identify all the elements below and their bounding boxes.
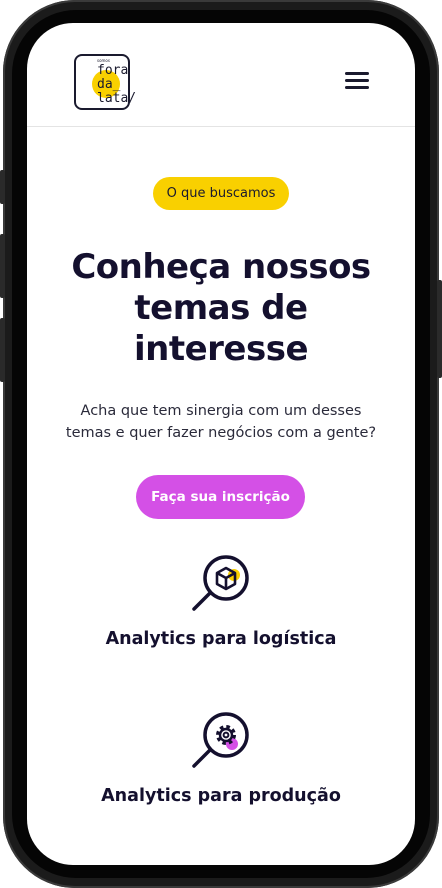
magnifier-box-icon [192,555,249,611]
volume-up-button [0,234,5,298]
phone-screen: somos fora da_ lata/ O que buscamos Conh… [27,23,415,865]
topic-item-logistics[interactable]: Analytics para logística [27,553,415,649]
mute-switch [0,170,5,204]
fora-da-lata-logo[interactable]: somos fora da_ lata/ [74,54,136,110]
page-subtitle: Acha que tem sinergia com um desses tema… [65,403,377,441]
topic-label: Analytics para logística [105,629,337,649]
menu-bar [345,79,369,82]
logo-line-3: lata/ [97,91,137,106]
site-header: somos fora da_ lata/ [27,23,415,127]
page-title: Conheça nossos temas de interesse [71,247,371,369]
menu-bar [345,86,369,89]
magnifier-gear-icon [192,712,249,768]
power-button [437,280,442,378]
topic-item-production[interactable]: Analytics para produção [27,710,415,806]
menu-bar [345,72,369,75]
volume-down-button [0,318,5,382]
section-badge: O que buscamos [153,177,289,210]
signup-button[interactable]: Faça sua inscrição [136,475,305,519]
logo-line-2: da_ [97,77,121,92]
hamburger-menu-icon[interactable] [345,72,369,90]
topic-label: Analytics para produção [101,786,341,806]
logo-line-1: fora [97,63,129,78]
